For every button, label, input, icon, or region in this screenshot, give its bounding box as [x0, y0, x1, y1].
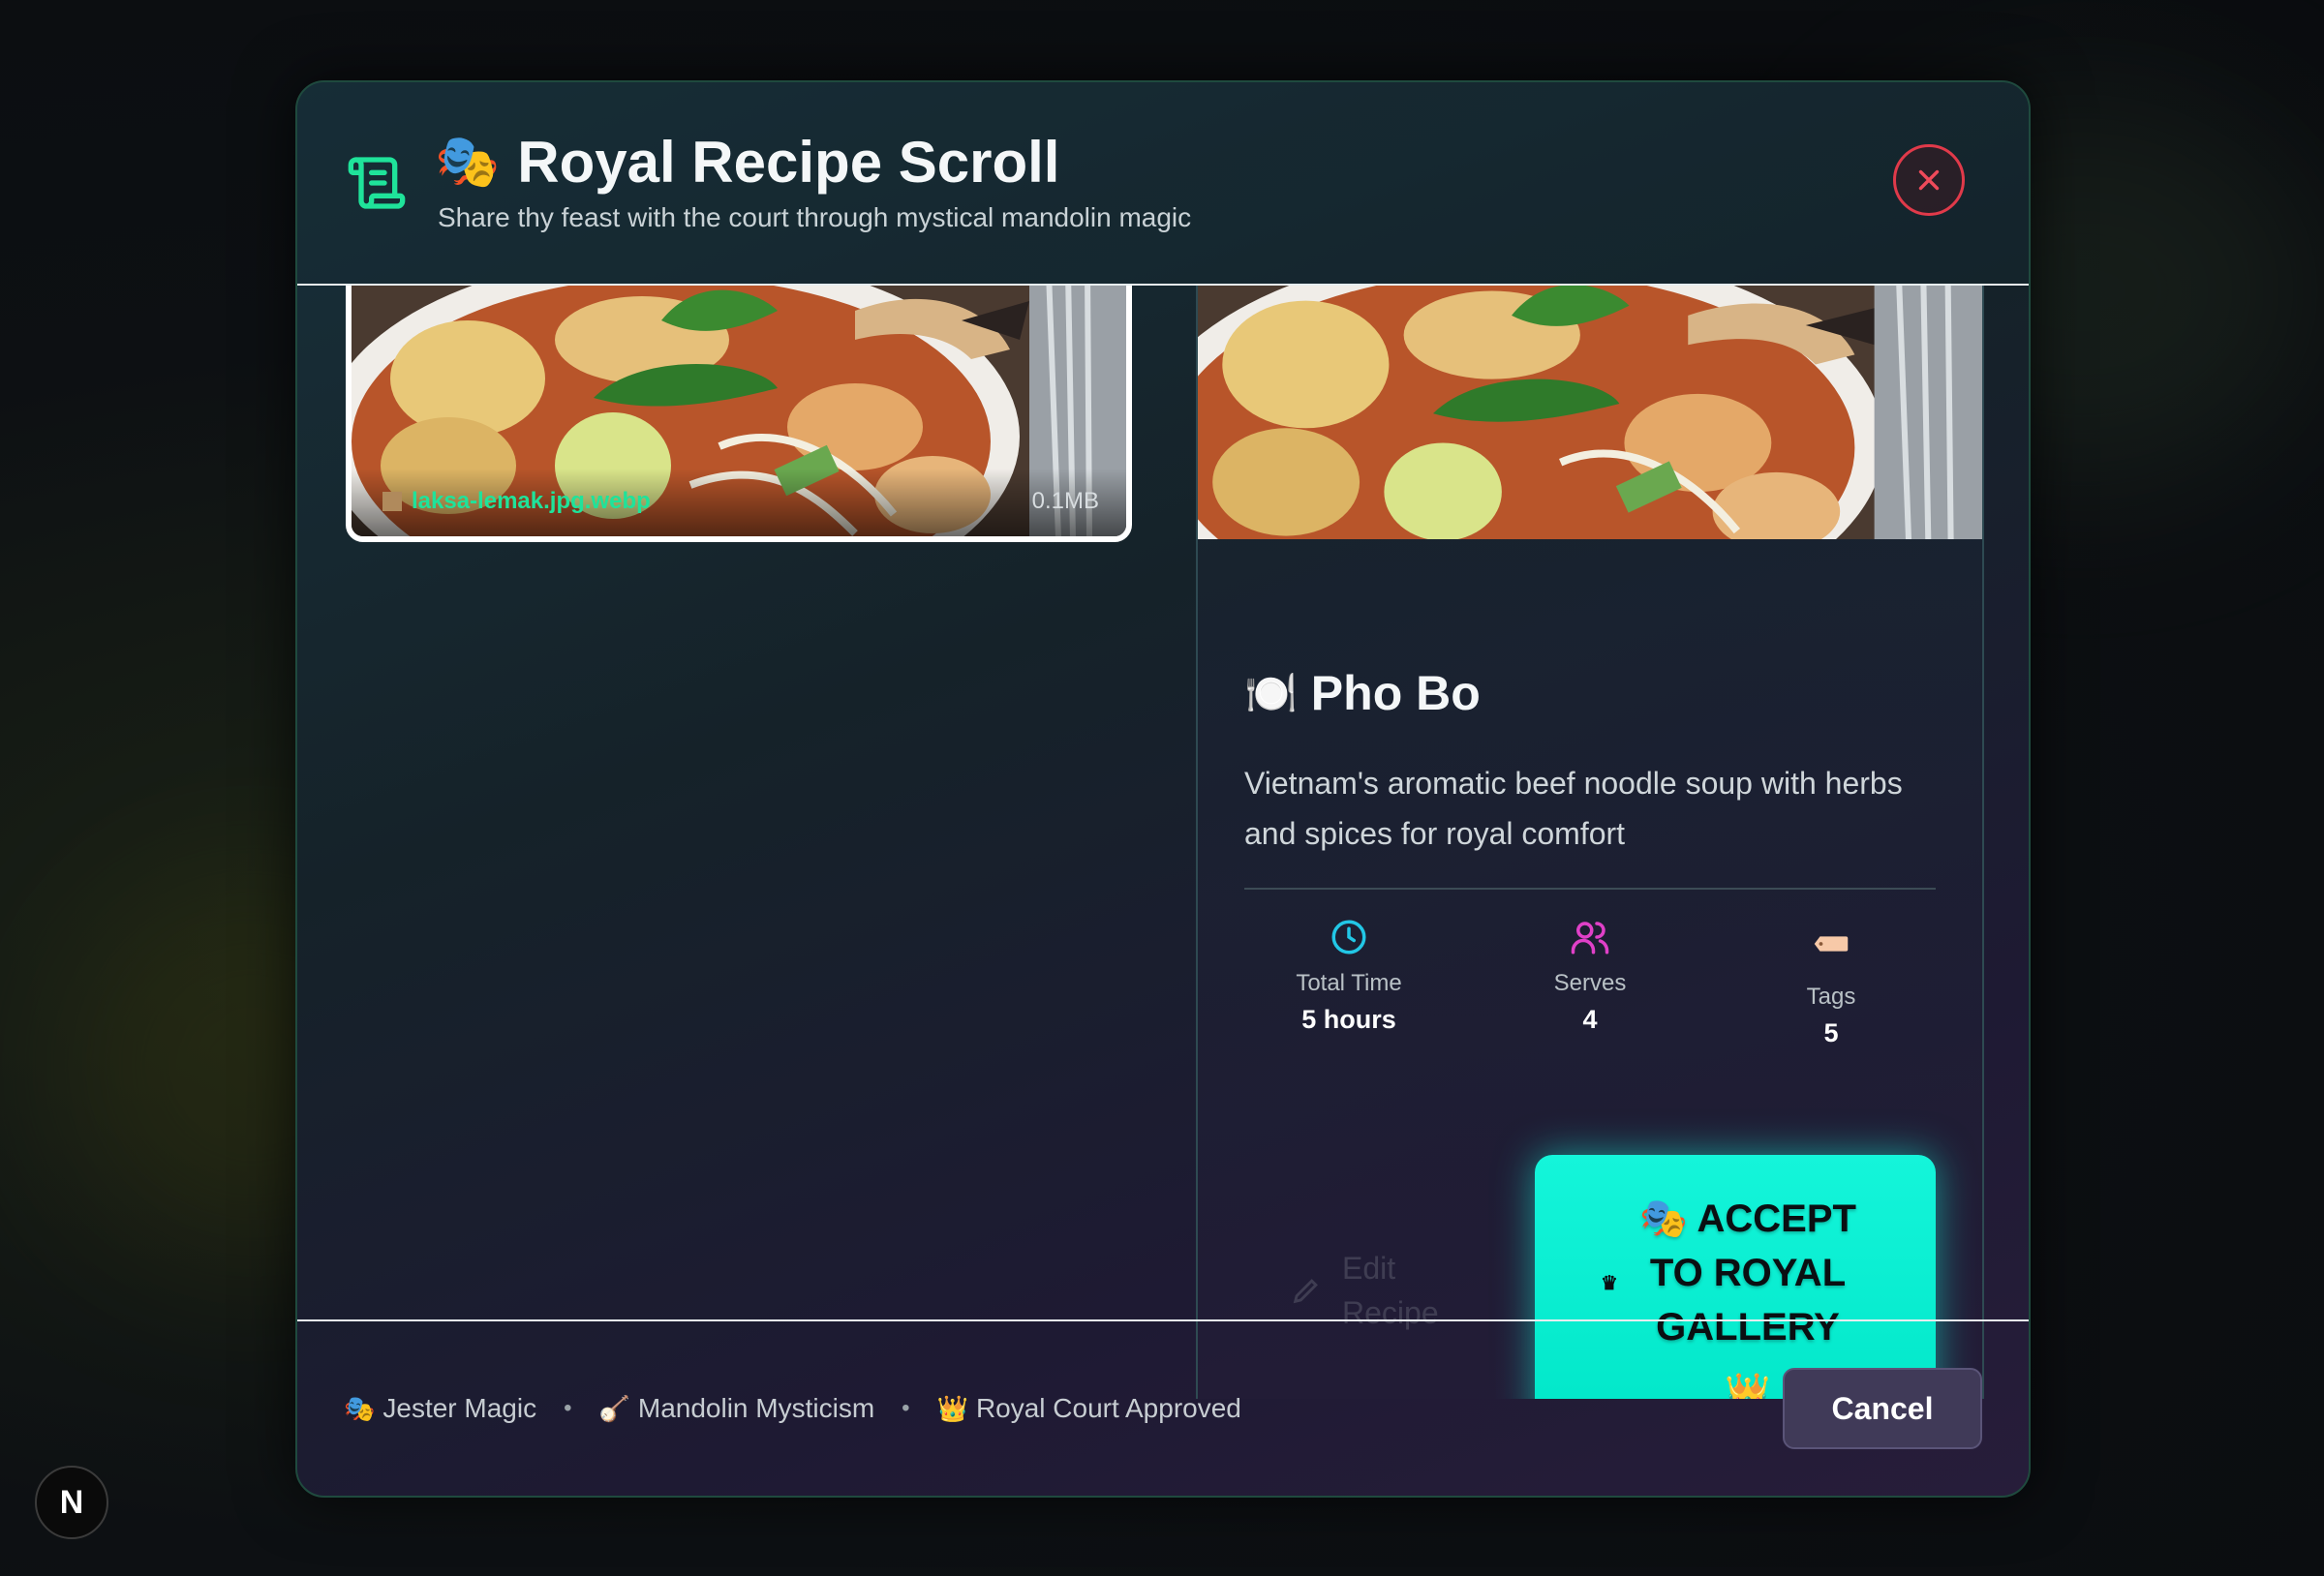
recipe-image — [1198, 286, 1982, 539]
plate-icon: 🍽️ — [1244, 670, 1298, 717]
tag-icon — [1814, 936, 1849, 952]
uploaded-image-card[interactable]: laksa-lemak.jpg.webp 0.1MB — [346, 286, 1132, 542]
modal-subtitle: Share thy feast with the court through m… — [438, 202, 1192, 232]
stat-total-time: Total Time 5 hours — [1252, 917, 1446, 1035]
cancel-button[interactable]: Cancel — [1783, 1368, 1982, 1449]
badge-royal-court-approved: 👑 Royal Court Approved — [936, 1393, 1241, 1423]
stat-tags: Tags 5 — [1734, 917, 1928, 1048]
theater-masks-icon: 🎭 — [344, 1393, 376, 1423]
close-icon — [1918, 169, 1940, 191]
badge-jester-magic: 🎭 Jester Magic — [344, 1393, 537, 1423]
crown-small-icon: ♛ — [1601, 1273, 1618, 1294]
crown-icon: 👑 — [936, 1393, 968, 1423]
modal-title: Royal Recipe Scroll — [517, 130, 1060, 195]
banjo-icon: 🪕 — [598, 1393, 630, 1423]
image-file-icon — [382, 492, 402, 511]
divider — [1244, 888, 1936, 890]
modal-header: 🎭 Royal Recipe Scroll Share thy feast wi… — [297, 82, 2029, 286]
close-button[interactable] — [1893, 144, 1965, 216]
modal-body: laksa-lemak.jpg.webp 0.1MB 🍽️ Pho Bo Vie… — [297, 286, 2029, 1399]
scroll-icon — [348, 157, 406, 209]
badge-mandolin-mysticism: 🪕 Mandolin Mysticism — [598, 1393, 875, 1423]
file-name: laksa-lemak.jpg.webp — [412, 488, 651, 514]
pencil-icon — [1293, 1279, 1318, 1304]
file-size: 0.1MB — [1031, 488, 1099, 514]
stat-serves: Serves 4 — [1493, 917, 1687, 1035]
clock-icon — [1331, 920, 1366, 955]
users-icon — [1571, 922, 1609, 955]
nextjs-dev-badge[interactable]: N — [35, 1466, 108, 1539]
recipe-preview-panel: 🍽️ Pho Bo Vietnam's aromatic beef noodle… — [1196, 286, 1984, 1399]
modal-footer: 🎭 Jester Magic • 🪕 Mandolin Mysticism • … — [297, 1319, 2029, 1496]
recipe-name: Pho Bo — [1310, 666, 1481, 720]
recipe-description: Vietnam's aromatic beef noodle soup with… — [1244, 766, 1903, 851]
recipe-modal: 🎭 Royal Recipe Scroll Share thy feast wi… — [295, 80, 2031, 1498]
theater-masks-icon: 🎭 — [435, 133, 501, 191]
